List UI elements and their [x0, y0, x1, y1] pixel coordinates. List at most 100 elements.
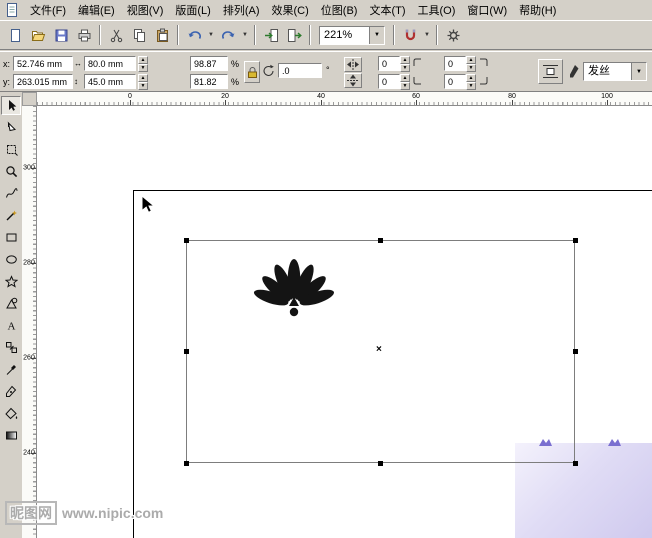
magnifier-icon [5, 166, 17, 178]
wrap-text-icon [543, 65, 558, 78]
y-position-field[interactable]: 263.015 mm [13, 74, 73, 89]
save-button[interactable] [50, 24, 72, 46]
lock-ratio-button[interactable] [244, 61, 260, 83]
wrap-text-button[interactable] [538, 59, 563, 84]
new-button[interactable] [4, 24, 26, 46]
x-position-field[interactable]: 52.746 mm [13, 56, 73, 71]
corner-spinner-arrows-1[interactable]: ▲ ▼ [400, 56, 410, 72]
outline-width-combobox[interactable]: 发丝 ▼ [583, 62, 647, 81]
crop-icon [6, 145, 18, 156]
menu-tools[interactable]: 工具(O) [412, 0, 462, 20]
basic-shapes-tool[interactable] [1, 294, 21, 313]
vertical-ruler[interactable]: 300 280 260 240 [22, 106, 37, 538]
selection-handle-top-left[interactable] [184, 238, 189, 243]
corner-spinner-field-4[interactable]: 0 [444, 74, 466, 89]
drawing-canvas[interactable]: × [37, 106, 652, 538]
menu-arrange[interactable]: 排列(A) [217, 0, 266, 20]
polygon-tool[interactable] [1, 272, 21, 291]
polygon-icon [4, 275, 18, 288]
interactive-fill-tool[interactable] [1, 426, 21, 445]
chevron-down-icon[interactable]: ▼ [631, 63, 646, 80]
selection-handle-top-right[interactable] [573, 238, 578, 243]
fan-ornament-graphic[interactable] [249, 253, 339, 323]
y-position-label: y: [3, 77, 11, 87]
snap-dropdown-arrow[interactable]: ▼ [422, 24, 432, 46]
text-tool[interactable]: A [1, 316, 21, 335]
rotation-degree-label: ° [326, 65, 330, 75]
menu-window[interactable]: 窗口(W) [461, 0, 513, 20]
smart-drawing-tool[interactable] [1, 206, 21, 225]
undo-button[interactable] [183, 24, 205, 46]
cut-button[interactable] [105, 24, 127, 46]
export-button[interactable] [283, 24, 305, 46]
scale-x-field[interactable]: 98.87 [190, 56, 228, 71]
crop-tool[interactable] [1, 140, 21, 159]
selection-center-mark[interactable]: × [376, 345, 382, 355]
import-button[interactable] [260, 24, 282, 46]
open-button[interactable] [27, 24, 49, 46]
selection-handle-middle-right[interactable] [573, 349, 578, 354]
ruler-tick-mark [225, 100, 226, 105]
selection-handle-bottom-left[interactable] [184, 461, 189, 466]
chevron-down-icon[interactable]: ▼ [369, 26, 384, 44]
height-spinner[interactable]: ▲ ▼ [138, 74, 148, 90]
fill-tool[interactable] [1, 404, 21, 423]
import-icon [264, 28, 278, 42]
selection-handle-bottom-right[interactable] [573, 461, 578, 466]
menu-view[interactable]: 视图(V) [121, 0, 170, 20]
corner-spinner-field-3[interactable]: 0 [444, 56, 466, 71]
selection-handle-top-middle[interactable] [378, 238, 383, 243]
outline-pen-icon [570, 65, 579, 78]
corner-spinner-arrows-3[interactable]: ▲ ▼ [466, 56, 476, 72]
object-height-field[interactable]: 45.0 mm [84, 74, 136, 89]
ruler-origin-box[interactable] [22, 92, 37, 106]
width-spinner[interactable]: ▲ ▼ [138, 56, 148, 72]
options-button[interactable] [442, 24, 464, 46]
selection-handle-bottom-middle[interactable] [378, 461, 383, 466]
corner-spinner-arrows-4[interactable]: ▲ ▼ [466, 74, 476, 90]
paste-button[interactable] [151, 24, 173, 46]
redo-dropdown-arrow[interactable]: ▼ [240, 24, 250, 46]
eyedropper-tool[interactable] [1, 360, 21, 379]
corner-spinner-field-2[interactable]: 0 [378, 74, 400, 89]
scale-y-field[interactable]: 81.82 [190, 74, 228, 89]
corner-top-icon [413, 58, 421, 66]
menu-bitmaps[interactable]: 位图(B) [315, 0, 364, 20]
zoom-level-value: 221% [324, 28, 353, 41]
document-icon [7, 3, 17, 17]
rectangle-tool[interactable] [1, 228, 21, 247]
menu-edit[interactable]: 编辑(E) [72, 0, 121, 20]
copy-button[interactable] [128, 24, 150, 46]
rectangle-icon [6, 233, 16, 242]
text-icon: A [7, 321, 15, 333]
menu-layout[interactable]: 版面(L) [169, 0, 216, 20]
outline-tool[interactable] [1, 382, 21, 401]
selection-handle-middle-left[interactable] [184, 349, 189, 354]
menu-help[interactable]: 帮助(H) [513, 0, 562, 20]
print-button[interactable] [73, 24, 95, 46]
menu-bar: 文件(F) 编辑(E) 视图(V) 版面(L) 排列(A) 效果(C) 位图(B… [0, 0, 652, 20]
pick-tool[interactable] [1, 96, 21, 115]
horizontal-ruler[interactable]: 0 20 40 60 80 100 [37, 92, 652, 106]
undo-dropdown-arrow[interactable]: ▼ [206, 24, 216, 46]
corner-spinner-field-1[interactable]: 0 [378, 56, 400, 71]
ruler-tick-mark [512, 100, 513, 105]
shape-tool[interactable] [1, 118, 21, 137]
zoom-level-combobox[interactable]: 221% ▼ [319, 25, 385, 45]
corner-spinner-arrows-2[interactable]: ▲ ▼ [400, 74, 410, 90]
snap-magnet-icon [405, 29, 415, 40]
cut-icon [110, 29, 122, 42]
snap-button[interactable] [399, 24, 421, 46]
freehand-tool[interactable] [1, 184, 21, 203]
menu-file[interactable]: 文件(F) [24, 0, 72, 20]
interactive-blend-tool[interactable] [1, 338, 21, 357]
menu-effects[interactable]: 效果(C) [266, 0, 315, 20]
object-width-field[interactable]: 80.0 mm [84, 56, 136, 71]
ellipse-tool[interactable] [1, 250, 21, 269]
mirror-horizontal-button[interactable] [344, 57, 362, 72]
zoom-tool[interactable] [1, 162, 21, 181]
rotation-angle-field[interactable]: .0 [278, 63, 322, 78]
menu-text[interactable]: 文本(T) [363, 0, 411, 20]
redo-button[interactable] [217, 24, 239, 46]
mirror-vertical-button[interactable] [344, 73, 362, 88]
